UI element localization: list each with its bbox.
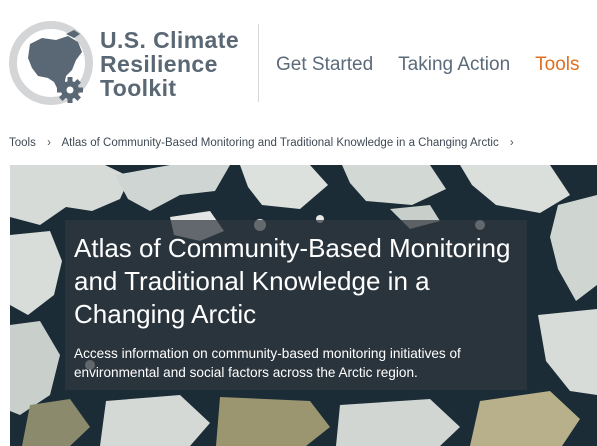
logo-line-1: U.S. Climate bbox=[100, 27, 240, 53]
nav-tools[interactable]: Tools bbox=[535, 54, 579, 76]
site-logo[interactable]: U.S. Climate Resilience Toolkit bbox=[8, 20, 248, 106]
page-description: Access information on community-based mo… bbox=[74, 346, 461, 380]
header-divider bbox=[258, 24, 259, 102]
logo-wordmark: U.S. Climate Resilience Toolkit bbox=[100, 28, 239, 100]
logo-line-3: Toolkit bbox=[100, 75, 177, 101]
nav-get-started[interactable]: Get Started bbox=[276, 54, 373, 76]
logo-line-2: Resilience bbox=[100, 51, 218, 77]
site-header: U.S. Climate Resilience Toolkit Get Star… bbox=[0, 0, 597, 122]
nav-taking-action[interactable]: Taking Action bbox=[398, 54, 510, 76]
breadcrumb-current-page[interactable]: Atlas of Community-Based Monitoring and … bbox=[61, 137, 498, 149]
breadcrumb-separator: › bbox=[509, 137, 514, 149]
page-title: Atlas of Community-Based Monitoring and … bbox=[74, 233, 511, 329]
main-nav: Get Started Taking Action Tools bbox=[276, 54, 580, 76]
hero-caption: Atlas of Community-Based Monitoring and … bbox=[65, 220, 527, 390]
north-america-gear-icon bbox=[9, 21, 93, 105]
hero-banner: Atlas of Community-Based Monitoring and … bbox=[10, 165, 597, 446]
breadcrumb: Tools › Atlas of Community-Based Monitor… bbox=[9, 137, 522, 149]
breadcrumb-separator: › bbox=[47, 137, 51, 149]
breadcrumb-tools[interactable]: Tools bbox=[9, 137, 36, 149]
